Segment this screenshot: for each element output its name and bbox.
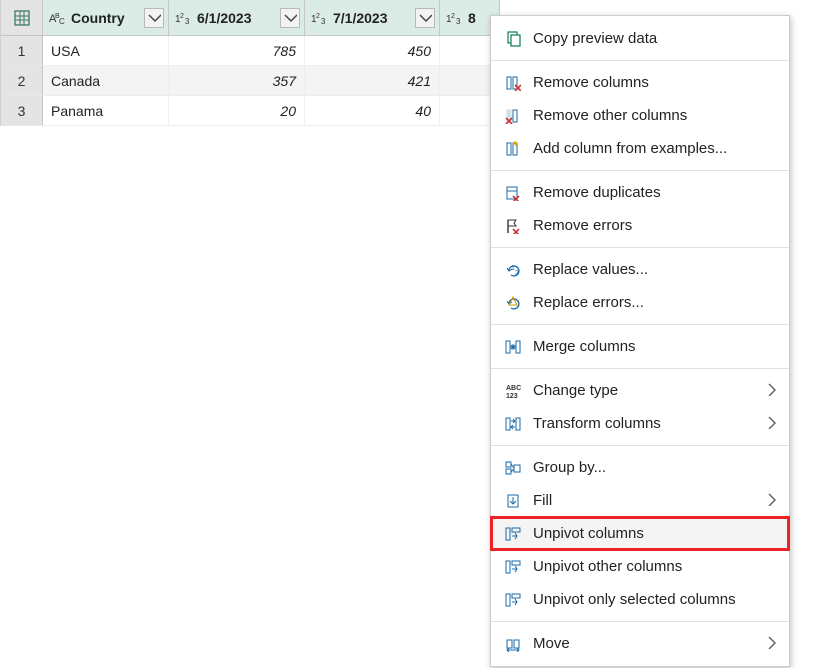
- menu-fill[interactable]: Fill: [491, 484, 789, 517]
- cell-country[interactable]: Panama: [43, 96, 169, 126]
- caret-down-icon: [283, 11, 297, 25]
- caret-down-icon: [418, 11, 432, 25]
- col-label: Country: [69, 10, 142, 26]
- cell-country[interactable]: USA: [43, 36, 169, 66]
- number-type-icon: [444, 10, 466, 26]
- menu-transform-columns[interactable]: Transform columns: [491, 407, 789, 440]
- row-index[interactable]: 3: [1, 96, 43, 126]
- chevron-right-icon: [765, 382, 777, 399]
- menu-separator: [491, 368, 789, 369]
- cell-value[interactable]: 421: [305, 66, 440, 96]
- menu-separator: [491, 247, 789, 248]
- context-menu: Copy preview data Remove columns Remove …: [490, 15, 790, 667]
- text-type-icon: [47, 10, 69, 26]
- fill-icon: [501, 493, 525, 509]
- menu-remove-other-columns[interactable]: Remove other columns: [491, 99, 789, 132]
- cell-value[interactable]: 40: [305, 96, 440, 126]
- replace-errors-icon: [501, 295, 525, 311]
- cell-country[interactable]: Canada: [43, 66, 169, 96]
- menu-move[interactable]: Move: [491, 627, 789, 660]
- menu-merge-columns[interactable]: Merge columns: [491, 330, 789, 363]
- menu-unpivot-columns[interactable]: Unpivot columns: [491, 517, 789, 550]
- number-type-icon: [173, 10, 195, 26]
- number-type-icon: [309, 10, 331, 26]
- add-column-icon: [501, 141, 525, 157]
- col-header-date2[interactable]: 7/1/2023: [305, 0, 440, 36]
- remove-other-columns-icon: [501, 108, 525, 124]
- col-label: 7/1/2023: [331, 10, 413, 26]
- chevron-right-icon: [765, 635, 777, 652]
- col-header-country[interactable]: Country: [43, 0, 169, 36]
- cell-value[interactable]: 357: [169, 66, 305, 96]
- remove-columns-icon: [501, 75, 525, 91]
- menu-separator: [491, 324, 789, 325]
- unpivot-icon: [501, 592, 525, 608]
- col-label: 6/1/2023: [195, 10, 278, 26]
- remove-errors-icon: [501, 218, 525, 234]
- chevron-right-icon: [765, 492, 777, 509]
- menu-remove-columns[interactable]: Remove columns: [491, 66, 789, 99]
- menu-separator: [491, 445, 789, 446]
- replace-values-icon: [501, 262, 525, 278]
- menu-unpivot-other-columns[interactable]: Unpivot other columns: [491, 550, 789, 583]
- menu-replace-errors[interactable]: Replace errors...: [491, 286, 789, 319]
- filter-button[interactable]: [415, 8, 435, 28]
- row-index[interactable]: 2: [1, 66, 43, 96]
- group-by-icon: [501, 460, 525, 476]
- cell-value[interactable]: 785: [169, 36, 305, 66]
- unpivot-icon: [501, 559, 525, 575]
- menu-unpivot-selected-columns[interactable]: Unpivot only selected columns: [491, 583, 789, 616]
- unpivot-icon: [501, 526, 525, 542]
- filter-button[interactable]: [280, 8, 300, 28]
- remove-duplicates-icon: [501, 185, 525, 201]
- table-icon: [14, 10, 30, 26]
- transform-columns-icon: [501, 416, 525, 432]
- copy-icon: [501, 31, 525, 47]
- menu-remove-errors[interactable]: Remove errors: [491, 209, 789, 242]
- cell-value[interactable]: 20: [169, 96, 305, 126]
- col-header-date1[interactable]: 6/1/2023: [169, 0, 305, 36]
- caret-down-icon: [147, 11, 161, 25]
- menu-change-type[interactable]: Change type: [491, 374, 789, 407]
- menu-remove-duplicates[interactable]: Remove duplicates: [491, 176, 789, 209]
- menu-separator: [491, 60, 789, 61]
- menu-add-column-examples[interactable]: Add column from examples...: [491, 132, 789, 165]
- menu-replace-values[interactable]: Replace values...: [491, 253, 789, 286]
- move-icon: [501, 636, 525, 652]
- menu-separator: [491, 621, 789, 622]
- cell-value[interactable]: 450: [305, 36, 440, 66]
- menu-separator: [491, 170, 789, 171]
- grid-corner[interactable]: [1, 0, 43, 36]
- row-index[interactable]: 1: [1, 36, 43, 66]
- filter-button[interactable]: [144, 8, 164, 28]
- chevron-right-icon: [765, 415, 777, 432]
- change-type-icon: [501, 383, 525, 399]
- merge-columns-icon: [501, 339, 525, 355]
- menu-group-by[interactable]: Group by...: [491, 451, 789, 484]
- menu-copy-preview[interactable]: Copy preview data: [491, 22, 789, 55]
